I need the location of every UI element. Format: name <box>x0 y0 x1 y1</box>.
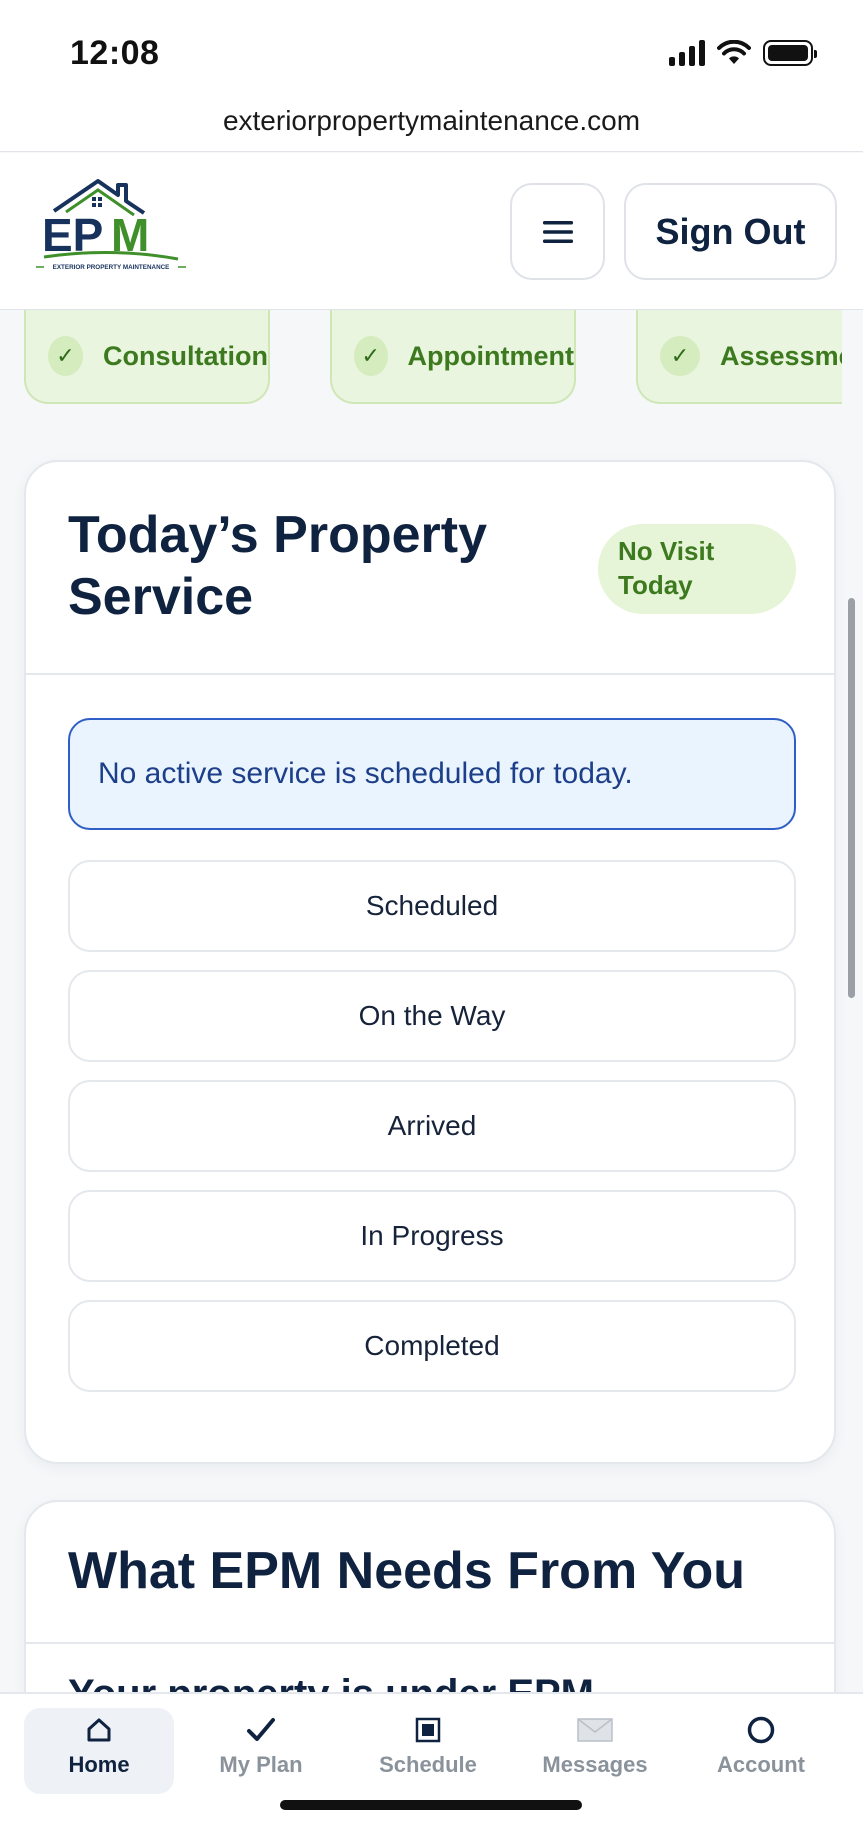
home-indicator <box>280 1800 582 1810</box>
card-divider <box>26 1642 834 1644</box>
nav-my-plan[interactable]: My Plan <box>186 1708 336 1794</box>
status-scheduled: Scheduled <box>68 860 796 952</box>
check-icon: ✓ <box>354 336 388 376</box>
envelope-icon <box>577 1718 613 1742</box>
status-in-progress: In Progress <box>68 1190 796 1282</box>
progress-steps: ✓ Consultation ✓ Appointment ✓ Assessmen… <box>24 310 842 406</box>
epm-logo[interactable]: EP M EXTERIOR PROPERTY MAINTENANCE <box>36 175 186 281</box>
progress-step-consultation[interactable]: ✓ Consultation <box>24 310 270 404</box>
home-icon <box>87 1718 111 1742</box>
wifi-icon <box>717 40 751 64</box>
system-icons <box>669 40 817 66</box>
no-service-notice: No active service is scheduled for today… <box>68 718 796 830</box>
browser-url-bar[interactable]: exteriorpropertymaintenance.com <box>0 100 863 152</box>
status-bar: 12:08 <box>0 0 863 100</box>
status-time: 12:08 <box>70 34 160 72</box>
url-text: exteriorpropertymaintenance.com <box>222 105 641 136</box>
nav-messages[interactable]: Messages <box>520 1708 670 1794</box>
status-on-the-way: On the Way <box>68 970 796 1062</box>
hamburger-menu-button[interactable] <box>510 183 605 280</box>
check-icon: ✓ <box>660 336 700 376</box>
check-icon <box>247 1718 275 1741</box>
app-header: EP M EXTERIOR PROPERTY MAINTENANCE Sign … <box>0 153 863 310</box>
todays-service-title: Today’s Property Service <box>68 506 487 626</box>
nav-schedule[interactable]: Schedule <box>353 1708 503 1794</box>
progress-step-appointment[interactable]: ✓ Appointment <box>330 310 576 404</box>
todays-service-card: Today’s Property Service No Visit Today … <box>24 460 836 1464</box>
page-scrollbar[interactable] <box>848 598 855 998</box>
sign-out-button[interactable]: Sign Out <box>624 183 837 280</box>
logo-tagline: EXTERIOR PROPERTY MAINTENANCE <box>53 264 170 271</box>
schedule-icon <box>415 1717 441 1743</box>
nav-home[interactable]: Home <box>24 1708 174 1794</box>
status-arrived: Arrived <box>68 1080 796 1172</box>
progress-step-assessment[interactable]: ✓ Assessment <box>636 310 842 404</box>
check-icon: ✓ <box>48 336 84 376</box>
battery-icon <box>763 40 817 66</box>
visit-status-badge: No Visit Today <box>598 524 796 614</box>
epm-needs-title: What EPM Needs From You <box>68 1542 746 1600</box>
menu-icon <box>542 220 573 243</box>
nav-account[interactable]: Account <box>686 1708 836 1794</box>
cellular-signal-icon <box>669 40 705 66</box>
house-roof-icon: EP M EXTERIOR PROPERTY MAINTENANCE <box>36 179 186 271</box>
card-divider <box>26 673 834 675</box>
account-circle-icon <box>747 1716 775 1744</box>
status-completed: Completed <box>68 1300 796 1392</box>
